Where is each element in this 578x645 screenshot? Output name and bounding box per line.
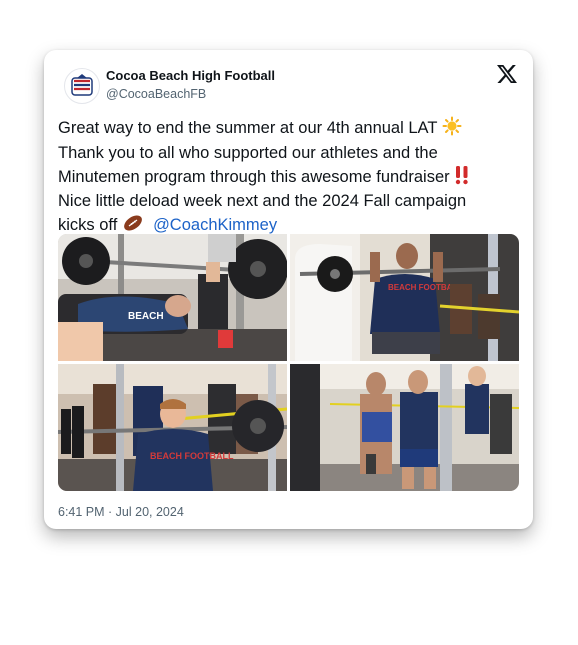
- sun-emoji: [442, 116, 462, 143]
- tweet-card[interactable]: Cocoa Beach High Football @CocoaBeachFB …: [44, 50, 533, 529]
- photo-grid: BEACH BEACH FOOTBALL BEACH FOOTBALL: [58, 234, 519, 491]
- author-name[interactable]: Cocoa Beach High Football: [106, 68, 275, 83]
- shirt-text: BEACH: [128, 311, 164, 322]
- tweet-line: Great way to end the summer at our 4th a…: [58, 116, 523, 143]
- tweet-line-text: Nice little deload week next and the 202…: [58, 192, 467, 211]
- post-timestamp[interactable]: 6:41 PM · Jul 20, 2024: [58, 505, 184, 519]
- photo-4[interactable]: [290, 364, 519, 491]
- photo-1[interactable]: BEACH: [58, 234, 287, 361]
- tweet-line: Minutemen program through this awesome f…: [58, 165, 523, 192]
- minuteman-logo-icon: [71, 74, 93, 96]
- tweet-line-text: Great way to end the summer at our 4th a…: [58, 119, 438, 137]
- shirt-text: BEACH FOOTBALL: [150, 451, 234, 461]
- tweet-text: Great way to end the summer at our 4th a…: [58, 116, 523, 240]
- author-handle[interactable]: @CocoaBeachFB: [106, 87, 206, 101]
- tweet-line-text: Thank you to all who supported our athle…: [58, 143, 438, 162]
- photo-3[interactable]: BEACH FOOTBALL: [58, 364, 287, 491]
- photo-2[interactable]: BEACH FOOTBALL: [290, 234, 519, 361]
- tweet-line-text: kicks off: [58, 216, 118, 235]
- tweet-line: Thank you to all who supported our athle…: [58, 143, 523, 165]
- x-logo-icon[interactable]: [497, 64, 517, 84]
- avatar[interactable]: [64, 68, 100, 104]
- tweet-line-text: Minutemen program through this awesome f…: [58, 167, 450, 186]
- tweet-line: Nice little deload week next and the 202…: [58, 191, 523, 213]
- mention-link[interactable]: @CoachKimmey: [153, 216, 277, 234]
- double-exclamation-emoji: [454, 165, 470, 192]
